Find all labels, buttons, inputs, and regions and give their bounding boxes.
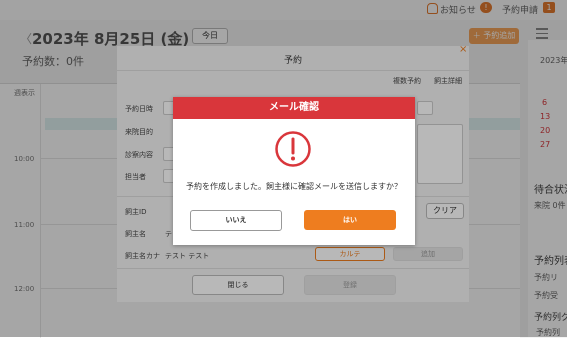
warning-icon	[275, 131, 311, 167]
yes-button[interactable]: はい	[304, 210, 396, 230]
no-button[interactable]: いいえ	[190, 210, 282, 231]
dialog-title: メール確認	[173, 97, 415, 119]
mail-confirm-dialog: メール確認 予約を作成しました。飼主様に確認メールを送信しますか？ いいえ はい	[173, 97, 415, 245]
dialog-message: 予約を作成しました。飼主様に確認メールを送信しますか？	[186, 182, 402, 191]
